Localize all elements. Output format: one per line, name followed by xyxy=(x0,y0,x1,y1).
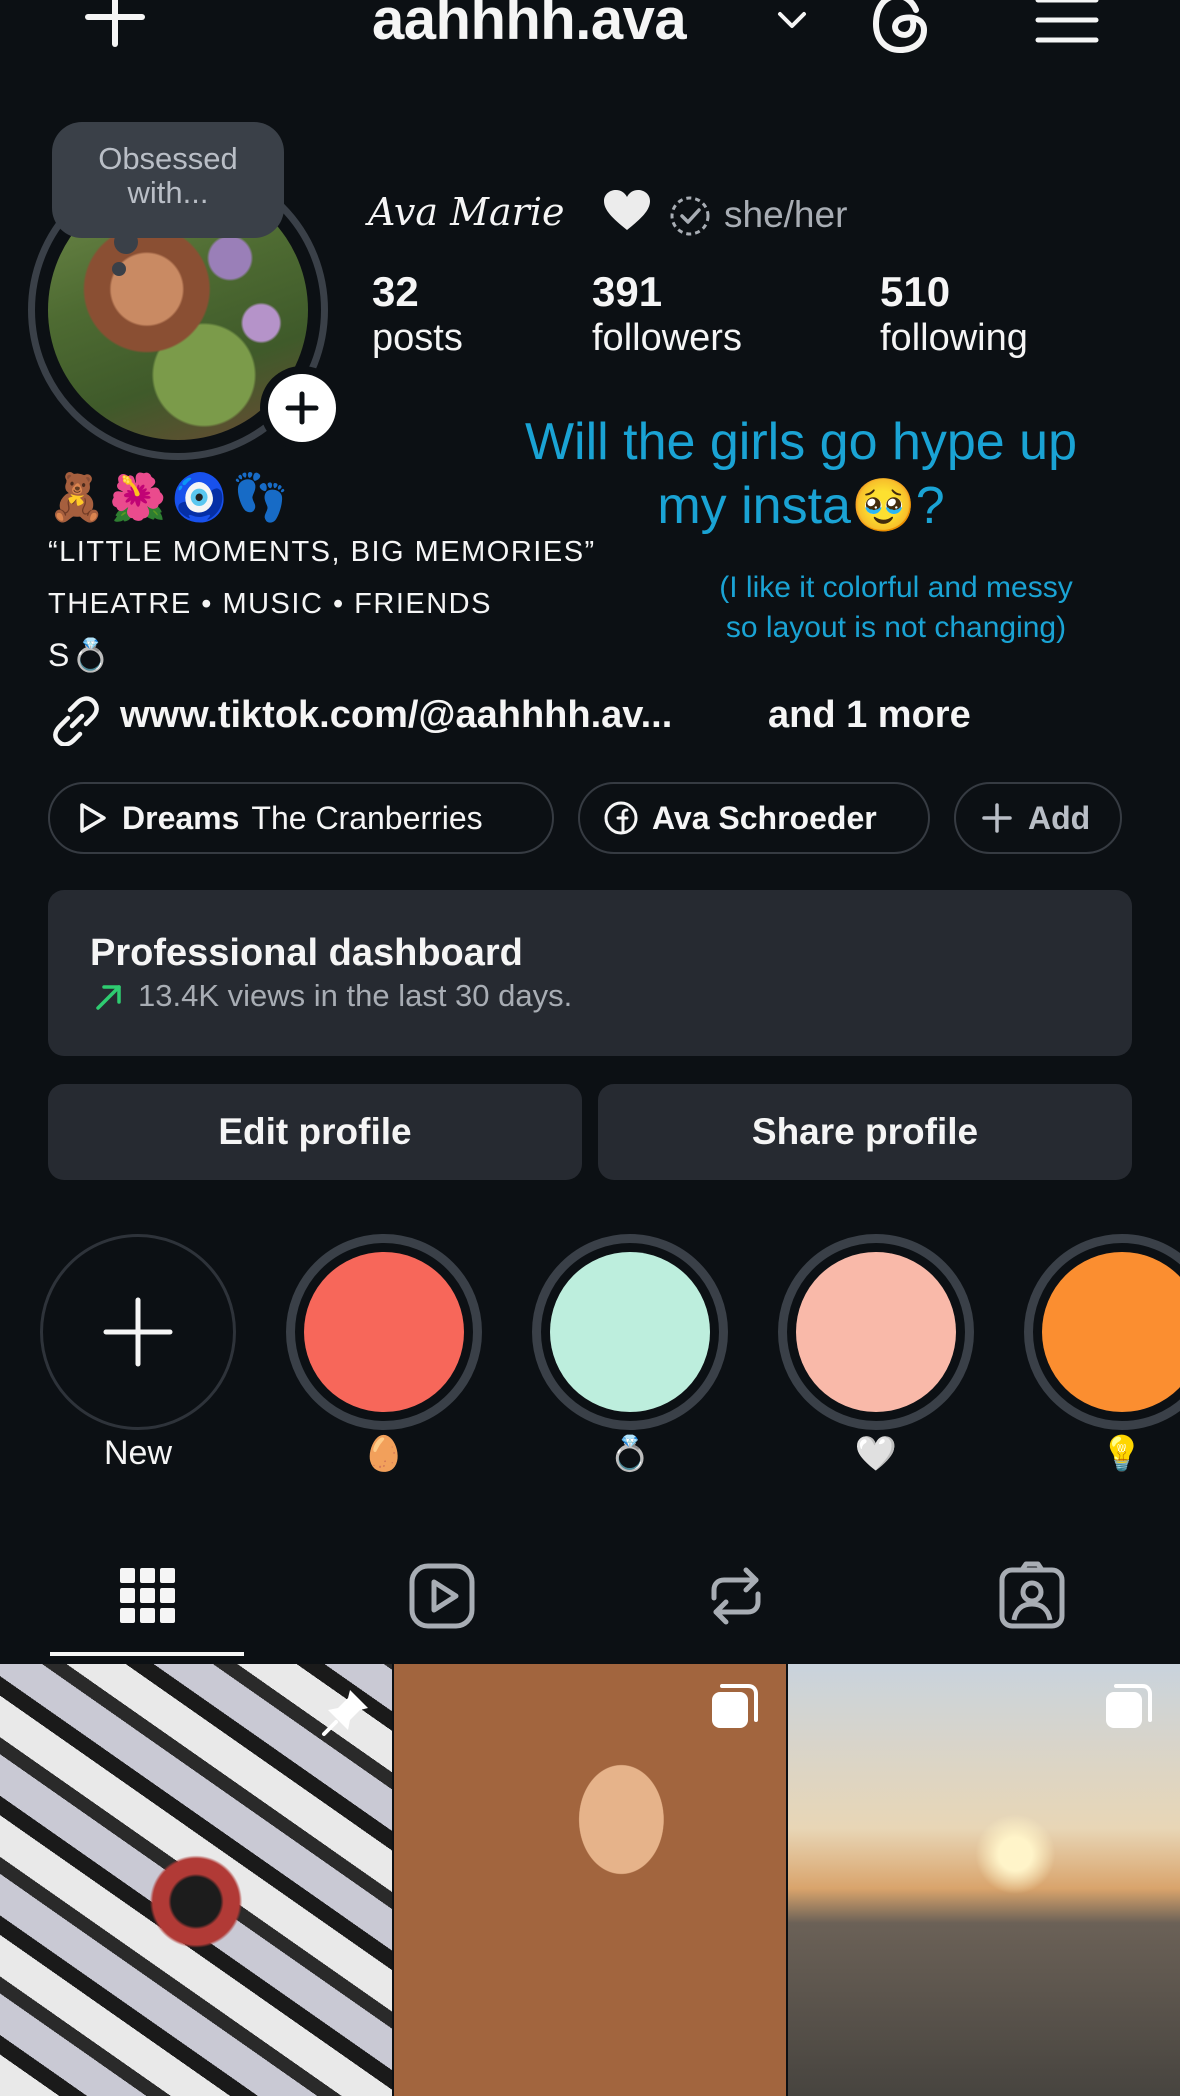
grid-posts-tab-icon[interactable] xyxy=(112,1560,184,1632)
edit-profile-button[interactable]: Edit profile xyxy=(48,1084,582,1180)
professional-dashboard-card[interactable]: Professional dashboard 13.4K views in th… xyxy=(48,890,1132,1056)
highlight-cover xyxy=(304,1252,464,1412)
pronouns: she/her xyxy=(724,194,848,235)
create-plus-icon[interactable] xyxy=(80,0,150,52)
music-title: Dreams xyxy=(122,799,240,836)
stat-posts[interactable]: 32 posts xyxy=(372,268,463,360)
pronouns-badge-icon xyxy=(670,196,710,236)
post-thumbnail[interactable] xyxy=(0,1664,392,2096)
bio-link-more[interactable]: and 1 more xyxy=(768,694,971,737)
dashboard-title: Professional dashboard xyxy=(90,932,523,974)
highlight-item[interactable] xyxy=(1024,1234,1180,1430)
trend-up-arrow-icon xyxy=(96,985,121,1010)
facebook-name: Ava Schroeder xyxy=(652,799,877,836)
share-profile-button[interactable]: Share profile xyxy=(598,1084,1132,1180)
callout-line-2: my insta🥹? xyxy=(657,477,945,535)
stat-value: 32 xyxy=(372,268,419,315)
overlay-callout: Will the girls go hype up my insta🥹? xyxy=(486,410,1116,538)
highlight-label: New xyxy=(103,1434,173,1472)
stat-followers[interactable]: 391 followers xyxy=(592,268,742,360)
plus-icon xyxy=(103,1297,173,1367)
new-highlight-button[interactable] xyxy=(40,1234,236,1430)
music-artist: The Cranberries xyxy=(251,799,483,836)
plus-icon xyxy=(285,391,319,425)
bio-emoji-line: 🧸🌺🧿👣 xyxy=(48,471,294,523)
highlight-label: 💍 xyxy=(608,1435,652,1473)
add-label: Add xyxy=(1028,799,1091,836)
note-bubble-tail xyxy=(112,262,126,276)
facebook-icon xyxy=(604,801,638,835)
highlight-label: 💡 xyxy=(1100,1435,1144,1473)
note-text: Obsessed with... xyxy=(98,141,238,210)
threads-icon[interactable] xyxy=(868,0,938,56)
reels-tab-icon[interactable] xyxy=(406,1560,478,1632)
link-icon xyxy=(53,696,99,746)
carousel-icon xyxy=(1106,1684,1152,1728)
white-heart-icon xyxy=(604,190,650,230)
stat-label: following xyxy=(880,317,1028,359)
plus-icon xyxy=(982,803,1012,833)
note-line-2: so layout is not changing) xyxy=(725,611,1067,644)
highlight-cover xyxy=(550,1252,710,1412)
top-bar: aahhhh.ava xyxy=(0,0,1180,60)
profile-note-bubble[interactable]: Obsessed with... xyxy=(52,122,284,254)
highlight-cover xyxy=(796,1252,956,1412)
music-pill[interactable]: Dreams The Cranberries xyxy=(48,782,554,854)
hamburger-menu-icon[interactable] xyxy=(1034,0,1100,50)
stat-following[interactable]: 510 following xyxy=(880,268,1028,360)
chevron-down-icon[interactable] xyxy=(776,8,808,32)
stat-value: 510 xyxy=(880,268,951,315)
post-thumbnail[interactable] xyxy=(394,1664,786,2096)
pin-icon xyxy=(322,1690,368,1736)
overlay-note: (I like it colorful and messy so layout … xyxy=(676,568,1116,648)
add-link-pill[interactable]: Add xyxy=(954,782,1122,854)
dashboard-subtitle: 13.4K views in the last 30 days. xyxy=(138,978,573,1013)
bio-line-2: THEATRE • MUSIC • FRIENDS xyxy=(48,588,492,620)
tagged-tab-icon[interactable] xyxy=(996,1560,1068,1632)
active-tab-indicator xyxy=(50,1652,244,1656)
highlight-item[interactable] xyxy=(778,1234,974,1430)
stat-label: followers xyxy=(592,317,742,359)
bio-link-url[interactable]: www.tiktok.com/@aahhhh.av... xyxy=(120,694,672,737)
reposts-tab-icon[interactable] xyxy=(700,1560,772,1632)
highlight-label: 🥚 xyxy=(362,1435,406,1473)
post-thumbnail[interactable] xyxy=(788,1664,1180,2096)
callout-line-1: Will the girls go hype up xyxy=(524,413,1078,471)
add-story-button[interactable] xyxy=(260,366,344,450)
stat-value: 391 xyxy=(592,268,663,315)
facebook-pill[interactable]: Ava Schroeder xyxy=(578,782,930,854)
highlight-label: 🤍 xyxy=(854,1435,898,1473)
carousel-icon xyxy=(712,1684,758,1728)
stat-label: posts xyxy=(372,317,463,359)
note-line-1: (I like it colorful and messy xyxy=(719,571,1073,604)
play-icon xyxy=(80,803,106,833)
highlight-item[interactable] xyxy=(286,1234,482,1430)
highlight-item[interactable] xyxy=(532,1234,728,1430)
display-name: Ava Marie xyxy=(368,190,565,234)
bio-line-3: S💍 xyxy=(48,637,113,673)
username-title[interactable]: aahhhh.ava xyxy=(372,0,687,53)
bio-line-1: “LITTLE MOMENTS, BIG MEMORIES” xyxy=(48,536,596,568)
